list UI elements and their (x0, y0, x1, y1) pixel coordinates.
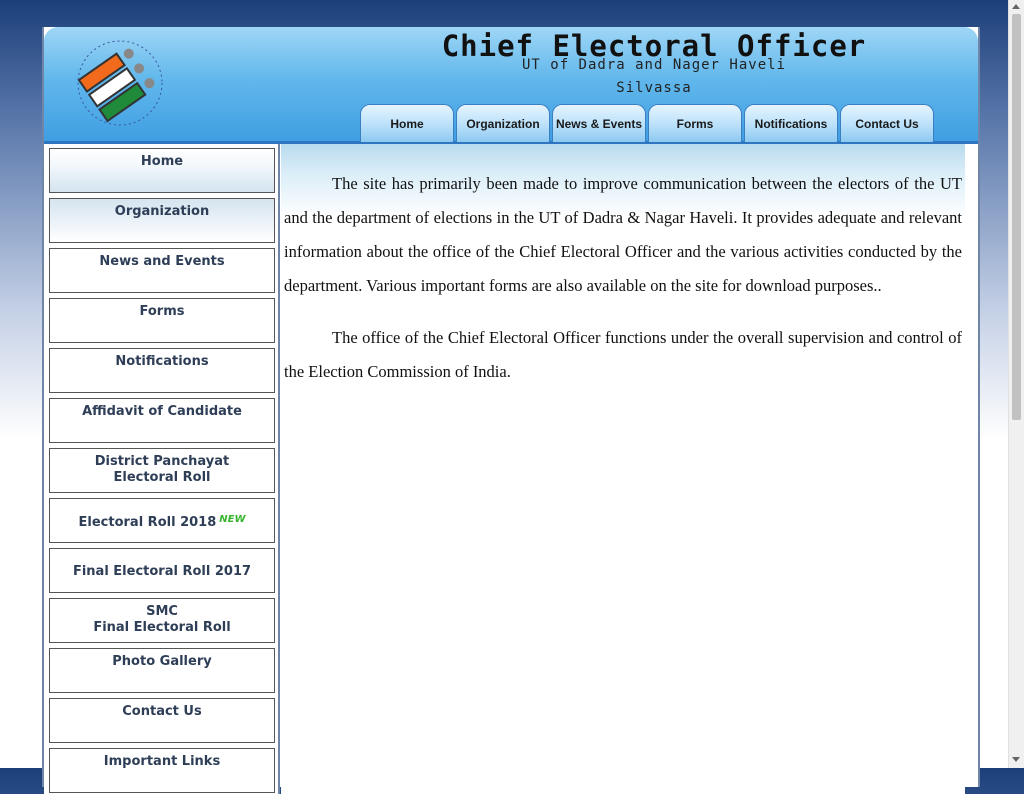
main-content: The site has primarily been made to impr… (281, 144, 965, 794)
sidebar-item-label-line2: Final Electoral Roll (93, 620, 231, 635)
sidebar-item-label-line2: Electoral Roll (113, 470, 211, 485)
tab-notifications[interactable]: Notifications (744, 104, 838, 142)
sidebar-item-notifications[interactable]: Notifications (49, 348, 275, 393)
sidebar-item-label: Photo Gallery (112, 654, 212, 669)
sidebar-item-label: News and Events (99, 254, 225, 269)
tab-contact-us[interactable]: Contact Us (840, 104, 934, 142)
sidebar-item-contact-us[interactable]: Contact Us (49, 698, 275, 743)
top-nav: Home Organization News & Events Forms No… (360, 104, 934, 144)
tab-home[interactable]: Home (360, 104, 454, 142)
sidebar-item-photo-gallery[interactable]: Photo Gallery (49, 648, 275, 693)
tab-forms[interactable]: Forms (648, 104, 742, 142)
new-badge: NEW (219, 514, 246, 525)
sidebar-item-forms[interactable]: Forms (49, 298, 275, 343)
intro-paragraph: The site has primarily been made to impr… (284, 174, 962, 295)
tab-news-events[interactable]: News & Events (552, 104, 646, 142)
sidebar-menu: Home Organization News and Events Forms … (44, 144, 280, 794)
sidebar-item-district-panchayat-roll[interactable]: District Panchayat Electoral Roll (49, 448, 275, 493)
sidebar-item-important-links[interactable]: Important Links (49, 748, 275, 793)
scroll-up-arrow-icon[interactable] (1012, 4, 1020, 9)
sidebar-item-final-roll-2017[interactable]: Final Electoral Roll 2017 (49, 548, 275, 593)
sidebar-item-label: District Panchayat (94, 454, 230, 469)
sidebar-item-organization[interactable]: Organization (49, 198, 275, 243)
sidebar-item-electoral-roll-2018[interactable]: Electoral Roll 2018 NEW (49, 498, 275, 543)
sidebar-item-label: Final Electoral Roll 2017 (72, 563, 252, 579)
site-location: Silvassa (616, 80, 692, 96)
sidebar-item-smc-final-roll[interactable]: SMC Final Electoral Roll (49, 598, 275, 643)
page-container: Chief Electoral Officer UT of Dadra and … (42, 27, 980, 794)
site-header: Chief Electoral Officer UT of Dadra and … (44, 27, 978, 144)
sidebar-item-affidavit[interactable]: Affidavit of Candidate (49, 398, 275, 443)
sidebar-item-label: Electoral Roll 2018 (78, 515, 217, 530)
sidebar-item-label: Organization (114, 204, 210, 219)
supervision-paragraph: The office of the Chief Electoral Office… (284, 328, 962, 381)
ballot-finger-logo (77, 40, 163, 126)
site-subtitle: UT of Dadra and Nager Haveli (521, 57, 786, 73)
sidebar-item-label: Forms (139, 304, 185, 319)
sidebar-item-label: Home (140, 154, 184, 169)
sidebar-item-news-events[interactable]: News and Events (49, 248, 275, 293)
scroll-thumb[interactable] (1012, 14, 1021, 420)
sidebar-item-label: SMC (146, 604, 178, 619)
sidebar-item-label: Contact Us (122, 704, 202, 719)
sidebar-item-label: Notifications (115, 354, 209, 369)
scroll-down-arrow-icon[interactable] (1012, 757, 1020, 762)
tab-organization[interactable]: Organization (456, 104, 550, 142)
vertical-scrollbar[interactable] (1008, 0, 1024, 768)
sidebar-item-label: Affidavit of Candidate (82, 404, 242, 419)
sidebar-item-home[interactable]: Home (49, 148, 275, 193)
